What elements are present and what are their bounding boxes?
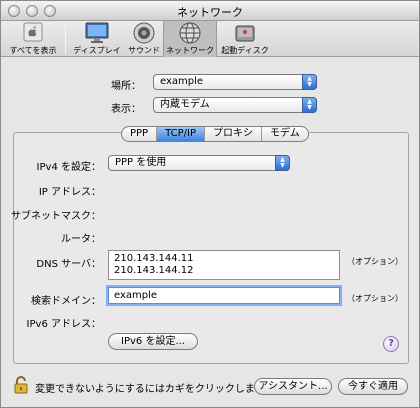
dns-server-field[interactable]: 210.143.144.11 210.143.144.12 xyxy=(108,250,340,280)
speaker-icon xyxy=(133,22,155,46)
apple-icon xyxy=(23,22,43,44)
toolbar-display[interactable]: ディスプレイ xyxy=(68,21,126,57)
network-preferences-window: ネットワーク すべてを表示 ディスプレイ サウンド ネットワーク 起動ディスク … xyxy=(0,0,420,408)
dns-server-label: DNS サーバ： xyxy=(36,259,101,270)
assistant-button[interactable]: アシスタント... xyxy=(254,378,332,395)
disk-icon xyxy=(234,22,256,46)
toolbar-startup-disk[interactable]: 起動ディスク xyxy=(219,21,271,57)
ipv4-popup[interactable]: PPP を使用 ▲ ▼ xyxy=(108,155,290,171)
dns-server-1: 210.143.144.11 xyxy=(114,253,194,264)
toolbar-network-label: ネットワーク xyxy=(166,46,214,55)
toolbar-sound[interactable]: サウンド xyxy=(125,21,163,57)
display-icon xyxy=(85,22,109,46)
toolbar-startup-disk-label: 起動ディスク xyxy=(221,46,269,55)
toolbar-divider xyxy=(65,24,66,54)
title-bar[interactable]: ネットワーク xyxy=(1,1,419,21)
ipv6-address-label: IPv6 アドレス： xyxy=(26,319,101,330)
apply-now-button[interactable]: 今すぐ適用 xyxy=(338,378,408,395)
search-domain-field[interactable]: example xyxy=(108,287,340,304)
popup-arrows-icon: ▲ ▼ xyxy=(275,155,290,171)
network-globe-icon xyxy=(179,22,201,46)
ipv4-label: IPv4 を設定： xyxy=(36,162,101,173)
tab-bar: PPP TCP/IP プロキシ モデム xyxy=(121,126,309,142)
toolbar-network[interactable]: ネットワーク xyxy=(163,21,217,57)
popup-arrows-icon: ▲ ▼ xyxy=(302,97,317,113)
router-label: ルータ： xyxy=(61,234,101,245)
ipv4-value: PPP を使用 xyxy=(115,157,167,168)
search-domain-value: example xyxy=(114,290,158,301)
tab-proxy[interactable]: プロキシ xyxy=(205,127,262,141)
show-label: 表示： xyxy=(111,104,141,115)
show-popup[interactable]: 内蔵モデム ▲ ▼ xyxy=(153,97,317,113)
lock-hint-text: 変更できないようにするにはカギをクリックします。 xyxy=(35,384,274,395)
location-label: 場所： xyxy=(111,81,141,92)
dns-server-2: 210.143.144.12 xyxy=(114,265,194,276)
preferences-toolbar: すべてを表示 ディスプレイ サウンド ネットワーク 起動ディスク xyxy=(1,21,419,57)
help-button[interactable]: ? xyxy=(383,336,399,352)
dns-optional-note: （オプション） xyxy=(347,257,403,266)
toolbar-show-all-label: すべてを表示 xyxy=(9,46,57,55)
tab-tcp-ip[interactable]: TCP/IP xyxy=(157,127,205,141)
popup-arrows-icon: ▲ ▼ xyxy=(302,74,317,90)
subnet-mask-label: サブネットマスク： xyxy=(11,211,101,222)
ip-address-label: IP アドレス： xyxy=(38,187,101,198)
location-value: example xyxy=(160,76,204,87)
show-value: 内蔵モデム xyxy=(160,99,210,110)
toolbar-sound-label: サウンド xyxy=(128,46,160,55)
location-popup[interactable]: example ▲ ▼ xyxy=(153,74,317,90)
lock-icon[interactable] xyxy=(14,376,28,397)
search-domain-label: 検索ドメイン： xyxy=(31,296,101,307)
window-title: ネットワーク xyxy=(177,6,243,19)
tab-modem[interactable]: モデム xyxy=(262,127,308,141)
configure-ipv6-button[interactable]: IPv6 を設定... xyxy=(108,333,198,350)
search-domain-optional-note: （オプション） xyxy=(347,294,403,303)
tab-ppp[interactable]: PPP xyxy=(122,127,158,141)
toolbar-show-all[interactable]: すべてを表示 xyxy=(5,21,61,57)
toolbar-display-label: ディスプレイ xyxy=(73,46,121,55)
